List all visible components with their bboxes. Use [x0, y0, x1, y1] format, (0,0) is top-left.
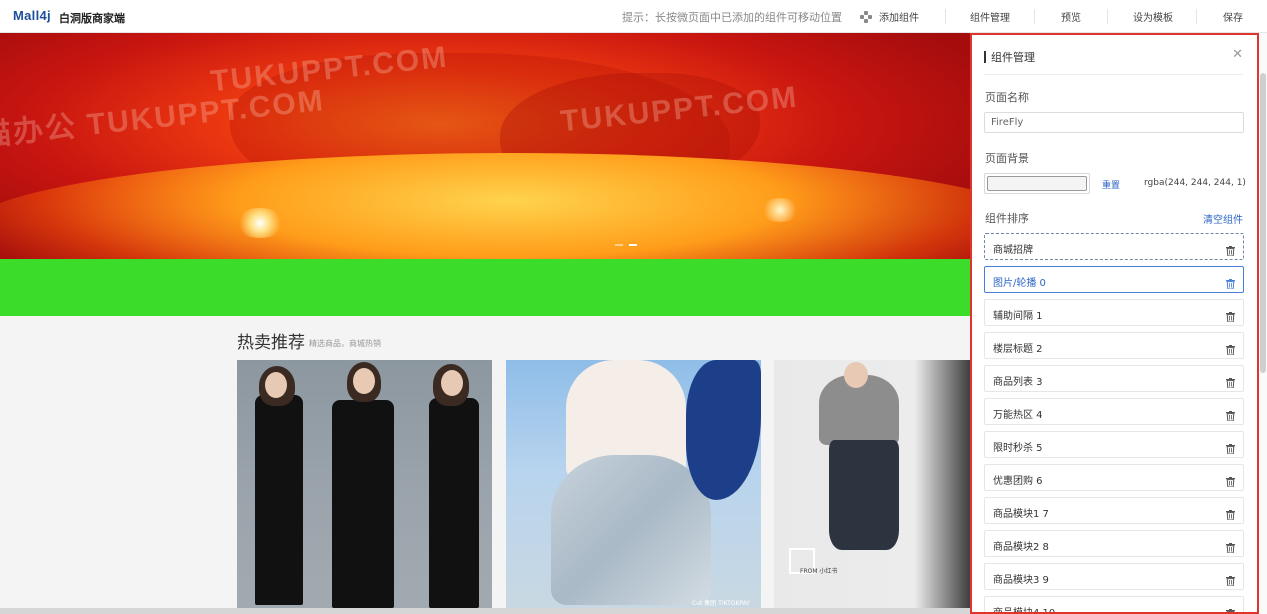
trash-icon[interactable] [1226, 340, 1235, 356]
page-name-input[interactable]: FireFly [984, 112, 1244, 133]
component-row[interactable]: 楼层标题 2 [984, 332, 1244, 359]
component-manage-panel: 组件管理 ✕ 页面名称 FireFly 页面背景 重置 rgba(244, 24… [970, 33, 1259, 614]
page-name-label: 页面名称 [985, 91, 1029, 104]
toolbar-divider [945, 9, 946, 24]
trash-icon[interactable] [1226, 604, 1235, 612]
component-row-label: 商品列表 3 [993, 377, 1043, 388]
model-face [265, 372, 287, 398]
component-row[interactable]: 图片/轮播 0 [984, 266, 1244, 293]
trash-icon[interactable] [1226, 307, 1235, 323]
component-row-label: 万能热区 4 [993, 410, 1043, 421]
product-plaid-skirt [551, 455, 711, 605]
floor-subtitle: 精选商品，商城热销 [309, 339, 381, 348]
close-icon[interactable]: ✕ [1232, 47, 1243, 62]
brand-subtitle: 白洞版商家端 [59, 12, 125, 25]
trash-icon[interactable] [1226, 274, 1235, 290]
scrollbar-thumb[interactable] [1260, 73, 1266, 373]
component-row[interactable]: 商品模块2 8 [984, 530, 1244, 557]
page-scrollbar[interactable] [1259, 33, 1267, 614]
product-model [332, 400, 394, 608]
add-component-button[interactable]: 添加组件 [860, 0, 919, 33]
component-row-label: 辅助间隔 1 [993, 311, 1043, 322]
toolbar-divider [1196, 9, 1197, 24]
sort-label: 组件排序 [985, 212, 1029, 225]
horizontal-scrollbar[interactable] [0, 608, 970, 614]
toolbar-divider [1034, 9, 1035, 24]
title-marker [984, 51, 986, 63]
panel-title: 组件管理 [991, 51, 1035, 64]
trash-icon[interactable] [1226, 439, 1235, 455]
product-card[interactable] [237, 360, 492, 610]
page-bg-label: 页面背景 [985, 152, 1029, 165]
trash-icon[interactable] [1226, 571, 1235, 587]
floor-title: 热卖推荐 [237, 333, 305, 353]
trash-icon[interactable] [1226, 505, 1235, 521]
component-row[interactable]: 优惠团购 6 [984, 464, 1244, 491]
product-card[interactable]: Cut 集团 TIKTOKPAY [506, 360, 761, 610]
toolbar-divider [1107, 9, 1108, 24]
component-manage-button[interactable]: 组件管理 [970, 0, 1010, 33]
bg-color-swatch [987, 176, 1087, 191]
component-row-label: 限时秒杀 5 [993, 443, 1043, 454]
component-row-label: 优惠团购 6 [993, 476, 1043, 487]
trash-icon[interactable] [1226, 472, 1235, 488]
component-row-label: 楼层标题 2 [993, 344, 1043, 355]
component-row[interactable]: 商品模块4 10 [984, 596, 1244, 614]
bg-reset-button[interactable]: 重置 [1102, 178, 1120, 191]
component-row[interactable]: 万能热区 4 [984, 398, 1244, 425]
model-face [844, 362, 868, 388]
product-model [429, 398, 479, 608]
component-row[interactable]: 商品模块1 7 [984, 497, 1244, 524]
product-tag: Cut 集团 TIKTOKPAY [692, 600, 750, 607]
component-row-label: 商品模块1 7 [993, 509, 1049, 520]
product-card[interactable]: FROM 小红书 [774, 360, 975, 610]
banner-gold-swoosh [0, 153, 975, 259]
add-component-label: 添加组件 [879, 13, 919, 24]
component-row[interactable]: 商城招牌 [984, 233, 1244, 260]
component-row-label: 商品模块4 10 [993, 608, 1056, 614]
carousel-indicators[interactable] [615, 244, 637, 246]
component-row[interactable]: 辅助间隔 1 [984, 299, 1244, 326]
trash-icon[interactable] [1226, 538, 1235, 554]
component-row-label: 商品模块3 9 [993, 575, 1049, 586]
panel-header: 组件管理 [984, 49, 1035, 65]
component-row-label: 商品模块2 8 [993, 542, 1049, 553]
model-hair [686, 360, 761, 500]
component-row[interactable]: 限时秒杀 5 [984, 431, 1244, 458]
carousel-dot[interactable] [615, 244, 623, 246]
bg-color-value: rgba(244, 244, 244, 1) [1144, 178, 1246, 188]
set-template-button[interactable]: 设为模板 [1133, 0, 1173, 33]
bg-color-picker[interactable] [984, 173, 1090, 194]
clear-components-button[interactable]: 清空组件 [1203, 211, 1243, 226]
banner-carousel[interactable]: TUKUPPT.COM 猫办公 TUKUPPT.COM TUKUPPT.COM [0, 33, 975, 259]
component-grid-icon [860, 10, 872, 23]
save-button[interactable]: 保存 [1223, 0, 1243, 33]
product-tag: FROM 小红书 [800, 568, 838, 575]
banner-sparkle [760, 198, 800, 222]
product-skirt [829, 440, 899, 550]
component-row-label: 商城招牌 [993, 245, 1033, 256]
top-bar: Mall4j 白洞版商家端 提示：长按微页面中已添加的组件可移动位置 添加组件 … [0, 0, 1267, 33]
model-face [441, 370, 463, 396]
banner-sparkle [235, 208, 285, 238]
move-tip: 提示：长按微页面中已添加的组件可移动位置 [622, 11, 842, 24]
trash-icon[interactable] [1226, 406, 1235, 422]
product-model [255, 395, 303, 605]
preview-button[interactable]: 预览 [1061, 0, 1081, 33]
component-row[interactable]: 商品模块3 9 [984, 563, 1244, 590]
model-face [353, 368, 375, 394]
logo: Mall4j [13, 8, 51, 23]
trash-icon[interactable] [1226, 241, 1235, 257]
carousel-dot-active[interactable] [629, 244, 637, 246]
spacer-block[interactable] [0, 259, 975, 316]
trash-icon[interactable] [1226, 373, 1235, 389]
panel-divider [984, 74, 1243, 75]
component-row[interactable]: 商品列表 3 [984, 365, 1244, 392]
component-row-label: 图片/轮播 0 [993, 278, 1046, 289]
